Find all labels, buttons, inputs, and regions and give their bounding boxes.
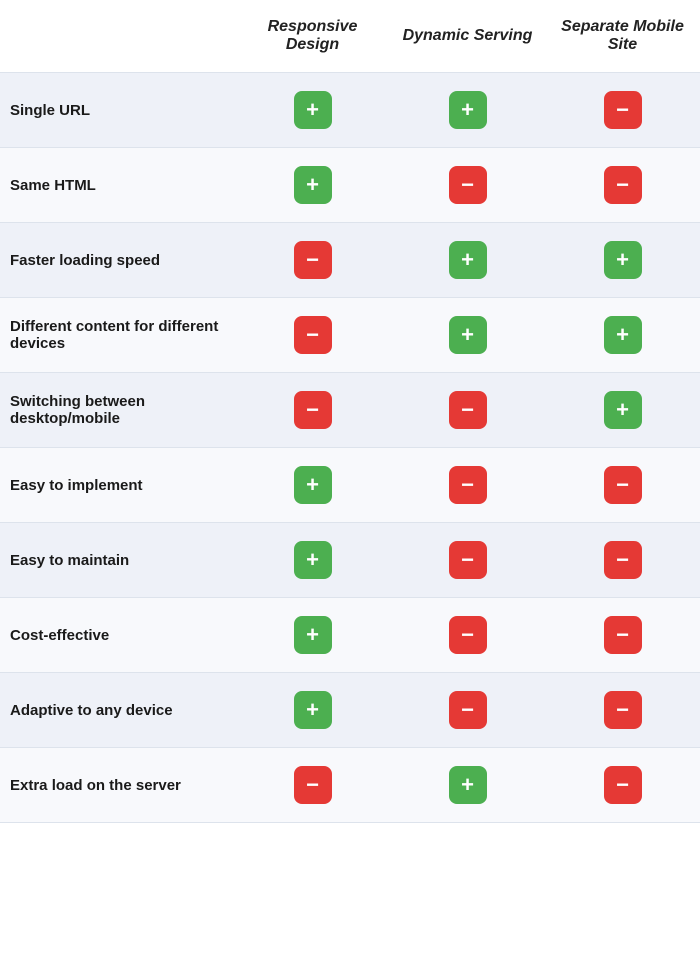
plus-icon: + — [604, 391, 642, 429]
icon-cell-row9-col3: − — [545, 748, 700, 823]
col3-header: Separate Mobile Site — [545, 0, 700, 73]
plus-icon: + — [449, 316, 487, 354]
table-row: Cost-effective + − − — [0, 598, 700, 673]
table-row: Switching between desktop/mobile − − + — [0, 373, 700, 448]
table-row: Easy to maintain + − − — [0, 523, 700, 598]
icon-cell-row7-col2: − — [390, 598, 545, 673]
icon-cell-row7-col1: + — [235, 598, 390, 673]
icon-cell-row5-col2: − — [390, 448, 545, 523]
table-row: Different content for different devices −… — [0, 298, 700, 373]
feature-label: Extra load on the server — [0, 748, 235, 823]
minus-icon: − — [449, 391, 487, 429]
table-body: Single URL++−Same HTML+−−Faster loading … — [0, 73, 700, 823]
minus-icon: − — [604, 91, 642, 129]
table-row: Faster loading speed − + + — [0, 223, 700, 298]
icon-cell-row8-col3: − — [545, 673, 700, 748]
table-row: Single URL + + − — [0, 73, 700, 148]
icon-cell-row4-col3: + — [545, 373, 700, 448]
feature-label: Adaptive to any device — [0, 673, 235, 748]
feature-label: Faster loading speed — [0, 223, 235, 298]
minus-icon: − — [604, 766, 642, 804]
icon-cell-row5-col3: − — [545, 448, 700, 523]
header-row: Responsive Design Dynamic Serving Separa… — [0, 0, 700, 73]
icon-cell-row9-col1: − — [235, 748, 390, 823]
icon-cell-row0-col3: − — [545, 73, 700, 148]
icon-cell-row4-col2: − — [390, 373, 545, 448]
minus-icon: − — [449, 691, 487, 729]
feature-label: Single URL — [0, 73, 235, 148]
minus-icon: − — [604, 691, 642, 729]
comparison-table: Responsive Design Dynamic Serving Separa… — [0, 0, 700, 823]
plus-icon: + — [449, 766, 487, 804]
col2-header: Dynamic Serving — [390, 0, 545, 73]
icon-cell-row2-col1: − — [235, 223, 390, 298]
icon-cell-row0-col1: + — [235, 73, 390, 148]
icon-cell-row8-col1: + — [235, 673, 390, 748]
plus-icon: + — [604, 241, 642, 279]
icon-cell-row9-col2: + — [390, 748, 545, 823]
icon-cell-row1-col3: − — [545, 148, 700, 223]
col1-header: Responsive Design — [235, 0, 390, 73]
plus-icon: + — [449, 91, 487, 129]
icon-cell-row2-col2: + — [390, 223, 545, 298]
minus-icon: − — [449, 541, 487, 579]
minus-icon: − — [294, 316, 332, 354]
feature-label: Easy to maintain — [0, 523, 235, 598]
icon-cell-row8-col2: − — [390, 673, 545, 748]
plus-icon: + — [604, 316, 642, 354]
icon-cell-row3-col1: − — [235, 298, 390, 373]
minus-icon: − — [604, 466, 642, 504]
icon-cell-row5-col1: + — [235, 448, 390, 523]
icon-cell-row3-col2: + — [390, 298, 545, 373]
table-row: Easy to implement + − − — [0, 448, 700, 523]
minus-icon: − — [604, 166, 642, 204]
minus-icon: − — [604, 616, 642, 654]
icon-cell-row7-col3: − — [545, 598, 700, 673]
feature-label: Same HTML — [0, 148, 235, 223]
minus-icon: − — [449, 466, 487, 504]
feature-label: Cost-effective — [0, 598, 235, 673]
minus-icon: − — [449, 166, 487, 204]
feature-label: Different content for different devices — [0, 298, 235, 373]
icon-cell-row6-col1: + — [235, 523, 390, 598]
plus-icon: + — [294, 166, 332, 204]
table-row: Adaptive to any device + − − — [0, 673, 700, 748]
plus-icon: + — [294, 616, 332, 654]
plus-icon: + — [449, 241, 487, 279]
minus-icon: − — [604, 541, 642, 579]
minus-icon: − — [294, 391, 332, 429]
icon-cell-row6-col2: − — [390, 523, 545, 598]
icon-cell-row6-col3: − — [545, 523, 700, 598]
minus-icon: − — [294, 766, 332, 804]
icon-cell-row2-col3: + — [545, 223, 700, 298]
plus-icon: + — [294, 691, 332, 729]
feature-label: Easy to implement — [0, 448, 235, 523]
minus-icon: − — [294, 241, 332, 279]
plus-icon: + — [294, 466, 332, 504]
minus-icon: − — [449, 616, 487, 654]
icon-cell-row0-col2: + — [390, 73, 545, 148]
icon-cell-row4-col1: − — [235, 373, 390, 448]
table-row: Extra load on the server − + − — [0, 748, 700, 823]
plus-icon: + — [294, 541, 332, 579]
table-row: Same HTML + − − — [0, 148, 700, 223]
icon-cell-row3-col3: + — [545, 298, 700, 373]
feature-label: Switching between desktop/mobile — [0, 373, 235, 448]
icon-cell-row1-col2: − — [390, 148, 545, 223]
feature-column-header — [0, 0, 235, 73]
plus-icon: + — [294, 91, 332, 129]
icon-cell-row1-col1: + — [235, 148, 390, 223]
